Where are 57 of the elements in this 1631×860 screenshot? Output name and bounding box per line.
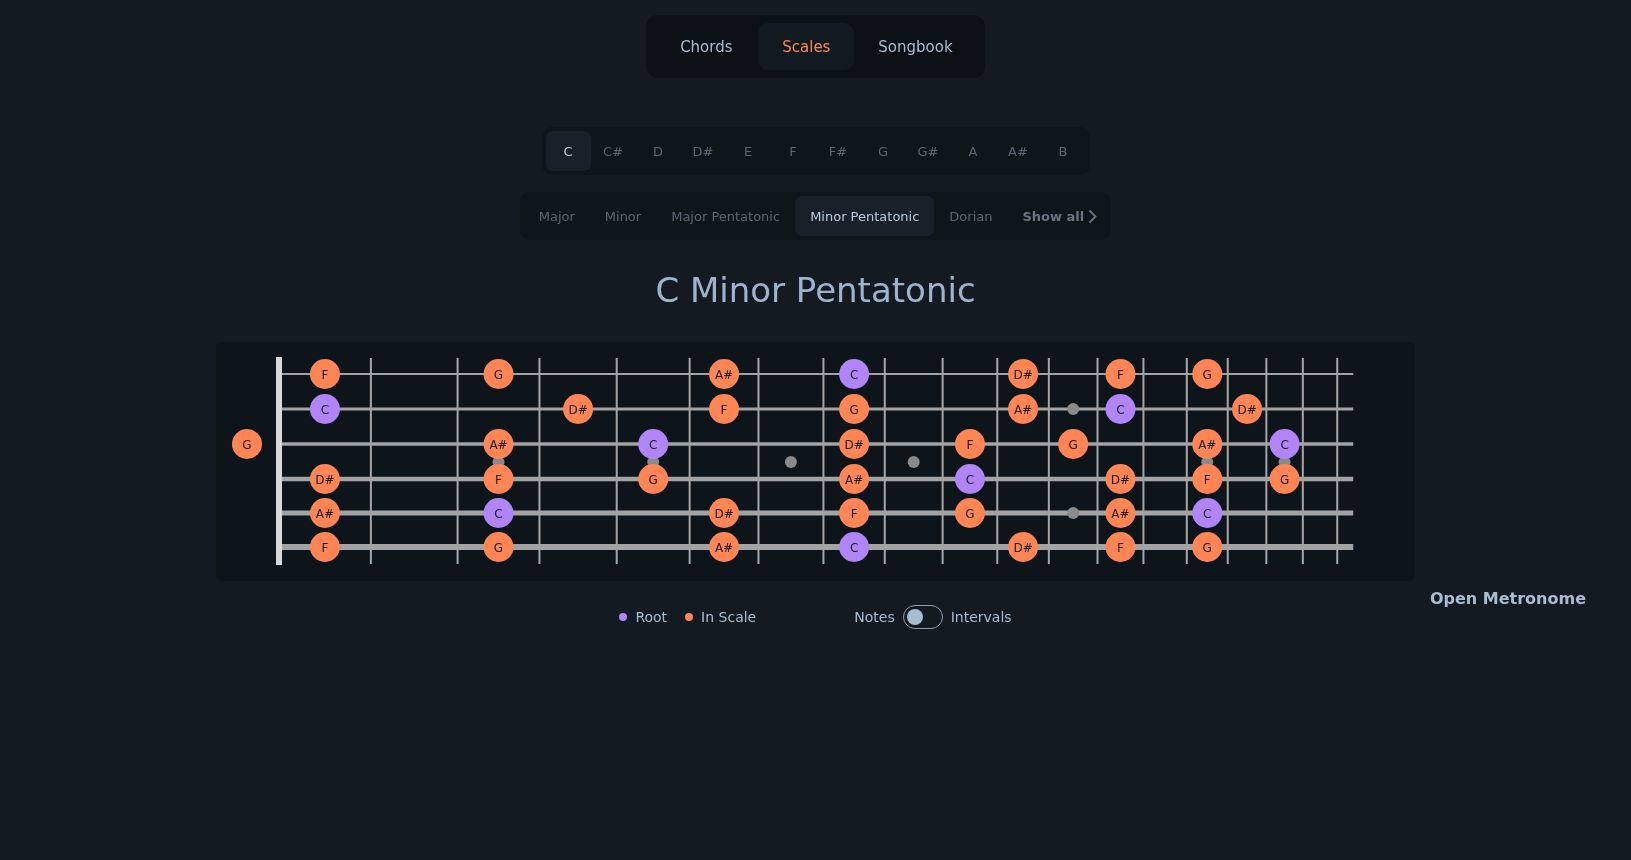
- note-marker[interactable]: D#: [1008, 359, 1039, 389]
- note-marker[interactable]: D#: [1008, 532, 1039, 562]
- note-marker[interactable]: G: [483, 532, 514, 562]
- show-all-button[interactable]: Show all: [1007, 196, 1108, 236]
- note-marker[interactable]: F: [1192, 464, 1223, 494]
- toggle-label: Intervals: [950, 609, 1012, 625]
- note-marker[interactable]: C: [638, 429, 669, 459]
- note-marker[interactable]: G: [1192, 532, 1223, 562]
- note-marker[interactable]: A#: [483, 429, 514, 459]
- key-option[interactable]: C: [545, 131, 591, 171]
- note-marker[interactable]: D#: [563, 394, 594, 424]
- note-marker[interactable]: G: [954, 498, 985, 528]
- note-marker[interactable]: F: [839, 498, 870, 528]
- note-marker[interactable]: A#: [839, 464, 870, 494]
- note-marker[interactable]: C: [839, 532, 870, 562]
- note-marker[interactable]: F: [483, 464, 514, 494]
- note-marker[interactable]: D#: [1232, 394, 1263, 424]
- note-marker[interactable]: D#: [839, 429, 870, 459]
- note-marker[interactable]: F: [309, 532, 340, 562]
- note-marker[interactable]: D#: [709, 498, 740, 528]
- chevron-right-icon: [1088, 208, 1098, 224]
- note-marker[interactable]: G: [483, 359, 514, 389]
- nav-tab[interactable]: Songbook: [858, 23, 973, 70]
- note-marker[interactable]: F: [1105, 532, 1136, 562]
- note-marker[interactable]: F: [954, 429, 985, 459]
- note-marker[interactable]: F: [709, 394, 740, 424]
- note-marker[interactable]: A#: [1105, 498, 1136, 528]
- note-marker[interactable]: C: [483, 498, 514, 528]
- scale-title: C Minor Pentatonic: [655, 270, 976, 310]
- note-marker[interactable]: A#: [309, 498, 340, 528]
- note-marker[interactable]: A#: [1008, 394, 1039, 424]
- nav-tab[interactable]: Chords: [658, 23, 755, 70]
- note-marker[interactable]: G: [638, 464, 669, 494]
- nav-tab[interactable]: Scales: [758, 23, 855, 70]
- note-marker[interactable]: A#: [709, 359, 740, 389]
- note-marker[interactable]: A#: [709, 532, 740, 562]
- note-marker[interactable]: G: [1058, 429, 1089, 459]
- note-marker[interactable]: G: [1269, 464, 1300, 494]
- legend-label: In Scale: [701, 609, 757, 625]
- note-marker[interactable]: A#: [1192, 429, 1223, 459]
- scale-option[interactable]: Minor Pentatonic: [795, 196, 935, 236]
- note-marker[interactable]: D#: [1105, 464, 1136, 494]
- note-marker[interactable]: D#: [309, 464, 340, 494]
- note-marker[interactable]: C: [1192, 498, 1223, 528]
- open-metronome-link[interactable]: Open Metronome: [1429, 589, 1586, 608]
- note-marker[interactable]: C: [309, 394, 340, 424]
- note-marker[interactable]: C: [954, 464, 985, 494]
- note-marker[interactable]: C: [1269, 429, 1300, 459]
- note-marker[interactable]: G: [1192, 359, 1223, 389]
- note-marker[interactable]: C: [839, 359, 870, 389]
- toggle-label: Notes: [854, 609, 895, 625]
- note-marker[interactable]: G: [232, 429, 262, 459]
- legend-label: Root: [635, 609, 668, 625]
- note-marker[interactable]: C: [1105, 394, 1136, 424]
- note-marker[interactable]: F: [309, 359, 340, 389]
- note-marker[interactable]: G: [839, 394, 870, 424]
- note-marker[interactable]: F: [1105, 359, 1136, 389]
